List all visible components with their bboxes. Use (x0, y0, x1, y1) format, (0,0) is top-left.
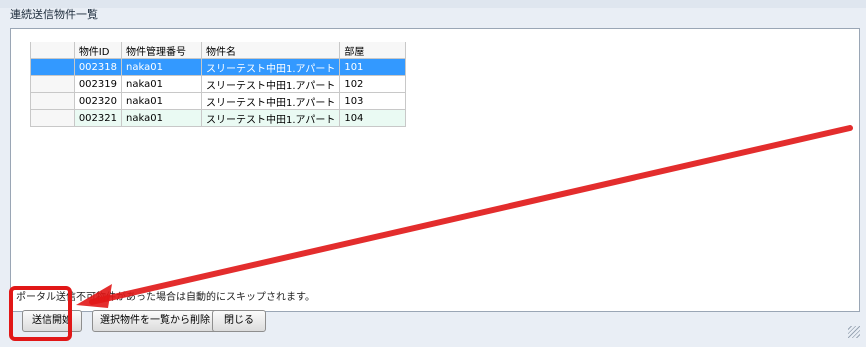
annotation-arrow-icon (76, 125, 853, 308)
